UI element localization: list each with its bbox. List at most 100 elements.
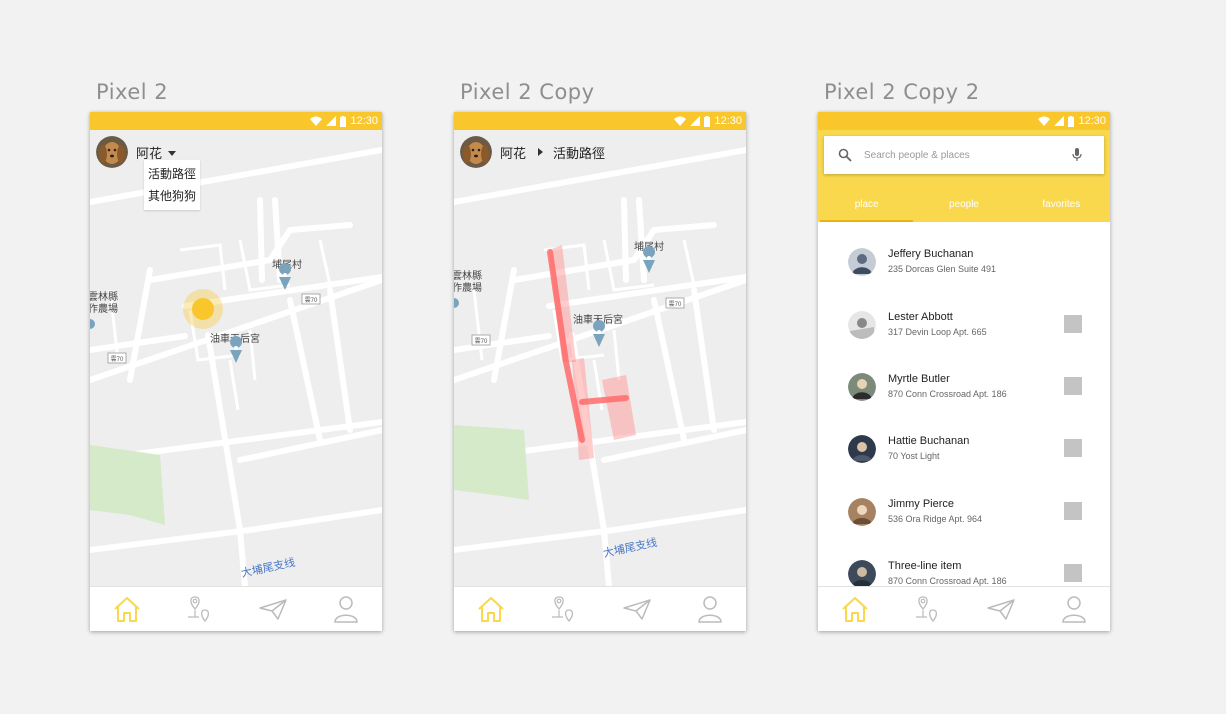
- status-time: 12:30: [714, 115, 742, 127]
- select-checkbox[interactable]: [1064, 564, 1082, 582]
- person-avatar: [848, 498, 876, 526]
- phone-screen-3: 12:30 place people favorites Jeffery Buc…: [818, 112, 1110, 631]
- map-view[interactable]: 雲70 雲70 埔尾村 油車天后宮 雲林縣 作農場 大埔尾支线: [90, 130, 382, 587]
- dog-avatar[interactable]: [460, 136, 492, 168]
- select-checkbox[interactable]: [1064, 439, 1082, 457]
- nav-send-button[interactable]: [981, 589, 1021, 629]
- list-item[interactable]: Jeffery Buchanan 235 Dorcas Glen Suite 4…: [818, 242, 1110, 292]
- status-time: 12:30: [1078, 115, 1106, 127]
- send-icon: [258, 599, 287, 620]
- map-view[interactable]: 雲70 雲70 埔尾村 油車天后宮 雲林縣 作農場 大埔尾支线: [454, 130, 746, 587]
- dog-avatar[interactable]: [96, 136, 128, 168]
- send-icon: [622, 599, 651, 620]
- route-label: 活動路徑: [553, 145, 606, 161]
- home-icon: [477, 597, 504, 622]
- user-name: 阿花: [136, 145, 163, 161]
- farm-label-line2: 作農場: [454, 281, 482, 294]
- nav-places-button[interactable]: [544, 589, 584, 629]
- nav-places-button[interactable]: [180, 589, 220, 629]
- nav-profile-button[interactable]: [326, 589, 366, 629]
- nav-home-button[interactable]: [107, 589, 147, 629]
- home-icon: [841, 597, 868, 622]
- select-checkbox[interactable]: [1064, 502, 1082, 520]
- nav-places-button[interactable]: [908, 589, 948, 629]
- status-bar: 12:30: [818, 112, 1110, 130]
- people-list: Jeffery Buchanan 235 Dorcas Glen Suite 4…: [818, 224, 1110, 587]
- search-header: place people favorites: [818, 130, 1110, 222]
- road-sign-label-2: 雲70: [111, 356, 124, 363]
- list-item[interactable]: Three-line item 870 Conn Crossroad Apt. …: [818, 554, 1110, 587]
- tab-bar: place people favorites: [818, 190, 1110, 222]
- wifi-icon: [310, 116, 323, 126]
- artboard-title-pixel-2-copy: Pixel 2 Copy: [460, 80, 595, 104]
- search-bar[interactable]: [824, 136, 1104, 174]
- person-name: Myrtle Butler: [888, 373, 950, 385]
- tab-people[interactable]: people: [915, 190, 1012, 222]
- user-selector[interactable]: 阿花 活動路徑: [460, 136, 605, 168]
- person-name: Jeffery Buchanan: [888, 248, 974, 260]
- farm-label-line1: 雲林縣: [454, 269, 482, 282]
- places-icon: [915, 596, 937, 623]
- list-item[interactable]: Myrtle Butler 870 Conn Crossroad Apt. 18…: [818, 367, 1110, 417]
- dropdown-item-route[interactable]: 活動路徑: [146, 163, 198, 185]
- nav-send-button[interactable]: [253, 589, 293, 629]
- battery-icon: [704, 115, 711, 127]
- bottom-navigation: [454, 586, 746, 631]
- profile-icon: [1061, 596, 1086, 623]
- person-name: Three-line item: [888, 560, 962, 572]
- wifi-icon: [1038, 116, 1051, 126]
- nav-profile-button[interactable]: [690, 589, 730, 629]
- profile-icon: [333, 596, 358, 623]
- list-item[interactable]: Lester Abbott 317 Devin Loop Apt. 665: [818, 305, 1110, 355]
- person-name: Lester Abbott: [888, 311, 953, 323]
- person-name: Hattie Buchanan: [888, 435, 970, 447]
- road-sign-label: 雲70: [669, 301, 682, 308]
- person-avatar: [848, 311, 876, 339]
- person-address: 70 Yost Light: [888, 451, 940, 461]
- person-avatar: [848, 248, 876, 276]
- person-address: 536 Ora Ridge Apt. 964: [888, 514, 983, 524]
- person-avatar: [848, 373, 876, 401]
- bottom-navigation: [90, 586, 382, 631]
- profile-icon: [697, 596, 722, 623]
- nav-send-button[interactable]: [617, 589, 657, 629]
- person-address: 235 Dorcas Glen Suite 491: [888, 264, 997, 274]
- places-icon: [551, 596, 573, 623]
- phone-screen-2: 12:30 雲70 雲70 雲林縣 作農場 大埔尾支线 阿花 活動路徑: [454, 112, 746, 631]
- search-icon: [838, 148, 852, 162]
- list-item[interactable]: Jimmy Pierce 536 Ora Ridge Apt. 964: [818, 492, 1110, 542]
- person-address: 870 Conn Crossroad Apt. 186: [888, 576, 1007, 586]
- person-address: 317 Devin Loop Apt. 665: [888, 327, 987, 337]
- dropdown-item-other-dogs[interactable]: 其他狗狗: [146, 185, 198, 207]
- tab-place[interactable]: place: [818, 190, 915, 222]
- user-dropdown-menu: 活動路徑 其他狗狗: [144, 160, 201, 210]
- battery-icon: [340, 115, 347, 127]
- microphone-icon[interactable]: [1072, 148, 1082, 162]
- bottom-navigation: [818, 586, 1110, 631]
- artboard-title-pixel-2: Pixel 2: [96, 80, 169, 104]
- places-icon: [187, 596, 209, 623]
- home-icon: [113, 597, 140, 622]
- caret-down-icon[interactable]: [168, 150, 177, 156]
- person-avatar: [848, 435, 876, 463]
- select-checkbox[interactable]: [1064, 377, 1082, 395]
- signal-icon: [1054, 116, 1065, 126]
- caret-right-icon[interactable]: [538, 148, 544, 156]
- search-input[interactable]: [862, 148, 1056, 162]
- nav-home-button[interactable]: [835, 589, 875, 629]
- user-name: 阿花: [500, 145, 527, 161]
- road-sign-label: 雲70: [305, 297, 318, 304]
- signal-icon: [326, 116, 337, 126]
- status-bar: 12:30: [90, 112, 382, 130]
- current-location-dot[interactable]: [192, 298, 214, 320]
- nav-home-button[interactable]: [471, 589, 511, 629]
- artboard-title-pixel-2-copy-2: Pixel 2 Copy 2: [824, 80, 980, 104]
- nav-profile-button[interactable]: [1054, 589, 1094, 629]
- select-checkbox[interactable]: [1064, 315, 1082, 333]
- person-address: 870 Conn Crossroad Apt. 186: [888, 389, 1007, 399]
- farm-label-line2: 作農場: [90, 302, 118, 315]
- tab-favorites[interactable]: favorites: [1013, 190, 1110, 222]
- send-icon: [986, 599, 1015, 620]
- list-item[interactable]: Hattie Buchanan 70 Yost Light: [818, 429, 1110, 479]
- person-avatar: [848, 560, 876, 587]
